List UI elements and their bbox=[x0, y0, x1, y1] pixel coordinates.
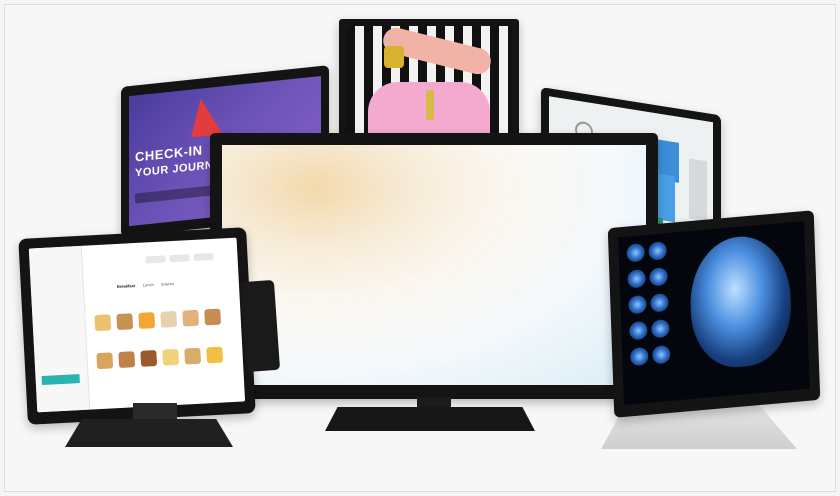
scan-thumbnail bbox=[648, 241, 667, 261]
pos-tab-snacks: Snacks bbox=[160, 281, 175, 287]
pos-stand-base bbox=[65, 419, 233, 447]
food-item bbox=[94, 314, 112, 332]
main-stand-base bbox=[325, 407, 535, 431]
food-item bbox=[206, 346, 224, 364]
scan-thumbnail bbox=[629, 320, 648, 341]
pos-terminal: Breakfast Lunch Snacks bbox=[18, 227, 256, 425]
food-item bbox=[138, 312, 156, 329]
scan-thumbnail bbox=[626, 243, 645, 263]
fashion-display bbox=[339, 19, 519, 137]
food-item bbox=[204, 308, 222, 326]
pos-top-pill bbox=[193, 252, 214, 261]
food-item bbox=[118, 351, 136, 368]
pos-tab-lunch: Lunch bbox=[142, 282, 154, 288]
plane-tail-shape bbox=[191, 96, 223, 137]
pos-screen: Breakfast Lunch Snacks bbox=[28, 237, 246, 413]
pos-top-pill bbox=[145, 255, 166, 264]
scan-thumbnail bbox=[650, 292, 669, 313]
scan-thumbnail bbox=[651, 344, 671, 365]
map-panel bbox=[689, 158, 707, 222]
scan-thumbnail bbox=[629, 346, 649, 367]
food-item bbox=[140, 350, 158, 367]
bag-clasp bbox=[426, 90, 434, 120]
pos-tab-breakfast: Breakfast bbox=[116, 283, 136, 289]
brain-scan-large bbox=[688, 232, 793, 371]
scan-thumbnail bbox=[651, 318, 670, 339]
pos-sidebar bbox=[28, 245, 91, 413]
food-item bbox=[162, 348, 180, 366]
scan-thumbnail bbox=[627, 268, 646, 289]
card-reader bbox=[239, 279, 281, 373]
food-item bbox=[184, 347, 202, 365]
food-item bbox=[160, 310, 178, 328]
main-screen-burst bbox=[222, 145, 646, 385]
food-item bbox=[116, 313, 134, 331]
bracelet bbox=[384, 46, 404, 68]
food-item bbox=[182, 309, 200, 327]
medical-screen bbox=[618, 221, 810, 405]
product-hero-image: CHECK-IN YOUR JOURNEY BEGI Breakfast Lun… bbox=[4, 4, 836, 492]
scan-thumbnail bbox=[649, 267, 668, 287]
scan-thumbnail bbox=[628, 294, 647, 315]
food-item bbox=[96, 352, 114, 370]
medical-display bbox=[607, 210, 821, 418]
fashion-screen bbox=[346, 26, 512, 137]
pos-top-pill bbox=[169, 254, 190, 263]
